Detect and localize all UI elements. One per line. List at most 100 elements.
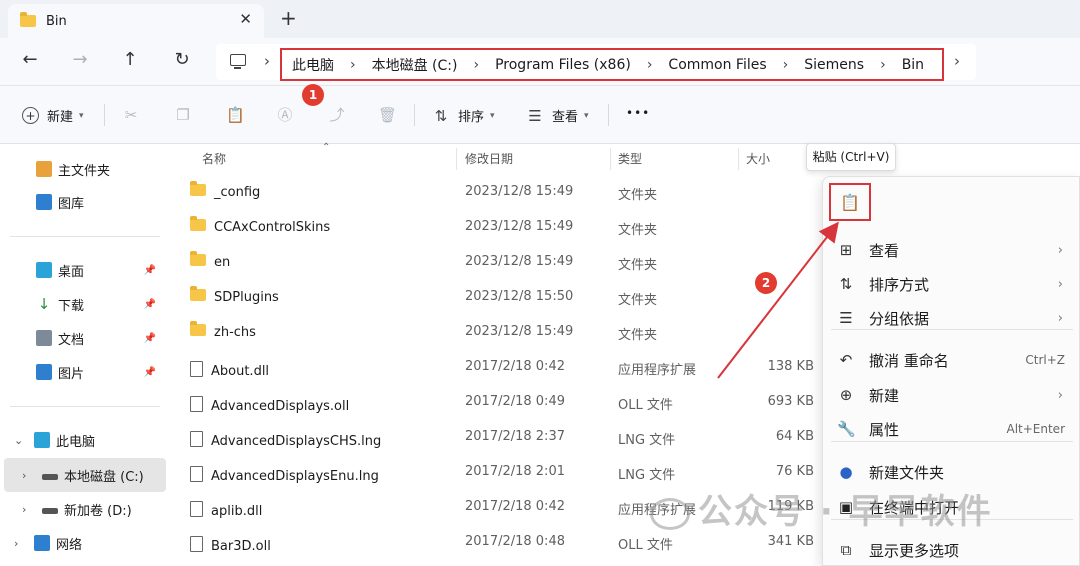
table-row[interactable]: zh-chs 2023/12/8 15:49 文件夹 — [184, 316, 824, 351]
sidebar-item-documents[interactable]: 文档 📌 — [36, 325, 166, 351]
table-row[interactable]: About.dll 2017/2/18 0:42 应用程序扩展 138 KB — [184, 351, 824, 386]
file-name: AdvancedDisplays.oll — [211, 399, 350, 414]
toolbar-divider — [104, 104, 105, 126]
menu-item-label: 新建文件夹 — [869, 463, 945, 482]
breadcrumb-bin[interactable]: Bin — [902, 57, 924, 73]
table-row[interactable]: _config 2023/12/8 15:49 文件夹 — [184, 176, 824, 211]
chevron-right-icon: › — [1057, 276, 1063, 292]
toolbar-divider — [414, 104, 415, 126]
table-row[interactable]: AdvancedDisplays.oll 2017/2/18 0:49 OLL 文件… — [184, 386, 824, 421]
pin-icon[interactable]: 📌 — [144, 265, 156, 276]
sidebar-item-home[interactable]: 主文件夹 — [36, 156, 110, 182]
menu-item-more-options[interactable]: ⧉ 显示更多选项 — [837, 535, 1067, 565]
breadcrumb-separator-icon[interactable]: › — [350, 57, 356, 73]
sidebar-item-gallery[interactable]: 图库 — [36, 189, 84, 215]
menu-item-new[interactable]: ⊕ 新建 › — [837, 380, 1067, 410]
rename-icon[interactable]: Ⓐ — [276, 106, 294, 124]
view-button[interactable]: ☰ 查看 ▾ — [526, 106, 588, 126]
file-icon — [190, 536, 203, 552]
sidebar-item-pictures[interactable]: 图片 📌 — [36, 359, 166, 385]
column-header-type[interactable]: 类型 — [618, 150, 642, 167]
column-header-modified[interactable]: 修改日期 — [465, 150, 513, 167]
pin-icon[interactable]: 📌 — [144, 299, 156, 310]
cut-icon[interactable]: ✂ — [122, 106, 140, 124]
sort-button-label: 排序 — [458, 110, 485, 125]
table-row[interactable]: CCAxControlSkins 2023/12/8 15:49 文件夹 — [184, 211, 824, 246]
table-row[interactable]: en 2023/12/8 15:49 文件夹 — [184, 246, 824, 281]
file-type: 文件夹 — [618, 258, 658, 273]
column-divider[interactable] — [738, 148, 739, 170]
breadcrumb-siemens[interactable]: Siemens — [804, 57, 864, 73]
pin-icon[interactable]: 📌 — [144, 367, 156, 378]
pin-icon[interactable]: 📌 — [144, 333, 156, 344]
view-button-label: 查看 — [552, 110, 579, 125]
column-header-size[interactable]: 大小 — [746, 150, 770, 167]
download-icon: ↓ — [36, 295, 52, 313]
sidebar-item-local-disk-c[interactable]: › 本地磁盘 (C:) — [22, 462, 144, 488]
column-divider[interactable] — [456, 148, 457, 170]
chevron-right-icon[interactable]: › — [22, 469, 34, 482]
back-button[interactable]: ← — [18, 48, 42, 72]
breadcrumb-local-disk[interactable]: 本地磁盘 (C:) — [372, 55, 458, 75]
chevron-right-icon[interactable]: › — [14, 537, 26, 550]
up-button[interactable]: ↑ — [118, 48, 142, 72]
breadcrumb-expand-icon[interactable]: › — [954, 52, 960, 70]
address-bar[interactable]: › 此电脑 › 本地磁盘 (C:) › Program Files (x86) … — [216, 44, 976, 81]
sidebar-item-downloads[interactable]: ↓ 下载 📌 — [36, 291, 166, 317]
sort-button[interactable]: ⇅ 排序 ▾ — [432, 106, 495, 126]
share-icon[interactable]: ⤴ — [328, 106, 346, 124]
file-date: 2017/2/18 2:01 — [465, 464, 565, 479]
more-options-button[interactable]: ••• — [626, 106, 650, 120]
column-divider[interactable] — [610, 148, 611, 170]
sidebar-item-network[interactable]: › 网络 — [14, 530, 82, 556]
menu-item-grid[interactable]: ⊞ 查看 › — [837, 235, 1067, 265]
paste-menu-button[interactable]: 📋 — [829, 183, 871, 221]
breadcrumb-program-files[interactable]: Program Files (x86) — [495, 57, 631, 73]
chevron-right-icon: › — [1057, 310, 1063, 326]
close-tab-icon[interactable]: ✕ — [239, 10, 252, 28]
drive-icon — [42, 508, 58, 514]
menu-item-undo[interactable]: ↶ 撤消 重命名 Ctrl+Z — [837, 345, 1067, 375]
menu-item-new-folder[interactable]: ● 新建文件夹 — [837, 457, 1067, 487]
tab-bin[interactable]: Bin ✕ — [8, 4, 264, 38]
menu-item-wrench[interactable]: 🔧 属性 Alt+Enter — [837, 414, 1067, 444]
delete-icon[interactable]: 🗑 — [378, 106, 397, 124]
breadcrumb-common-files[interactable]: Common Files — [668, 57, 766, 73]
table-row[interactable]: SDPlugins 2023/12/8 15:50 文件夹 — [184, 281, 824, 316]
new-button[interactable]: + 新建 ▾ — [22, 106, 84, 125]
sidebar-item-new-volume-d[interactable]: › 新加卷 (D:) — [22, 496, 132, 522]
column-header-name[interactable]: 名称 — [202, 150, 226, 167]
menu-item-sort[interactable]: ⇅ 排序方式 › — [837, 269, 1067, 299]
sidebar-item-label: 桌面 — [58, 264, 85, 280]
file-name-cell: aplib.dll — [190, 499, 262, 519]
paste-icon: 📋 — [840, 192, 860, 212]
menu-item-label: 新建 — [869, 386, 900, 405]
sidebar-item-this-pc[interactable]: ⌄ 此电脑 — [14, 427, 95, 453]
breadcrumb-this-pc[interactable]: 此电脑 — [292, 55, 334, 75]
menu-item-group[interactable]: ☰ 分组依据 › — [837, 303, 1067, 333]
chevron-down-icon[interactable]: ⌄ — [14, 434, 26, 447]
refresh-button[interactable]: ↻ — [170, 48, 194, 72]
paste-icon[interactable]: 📋 — [226, 106, 245, 124]
new-tab-button[interactable]: + — [280, 6, 297, 30]
file-date: 2023/12/8 15:49 — [465, 184, 574, 199]
breadcrumb-separator-icon[interactable]: › — [647, 57, 653, 73]
file-size: 64 KB — [775, 429, 814, 444]
file-name: _config — [214, 185, 261, 200]
breadcrumb-separator-icon[interactable]: › — [880, 57, 886, 73]
file-name: AdvancedDisplaysEnu.lng — [211, 469, 379, 484]
chevron-right-icon: › — [1057, 242, 1063, 258]
file-size: 341 KB — [767, 534, 814, 549]
copy-icon[interactable]: ❐ — [174, 106, 192, 124]
grid-icon: ⊞ — [839, 241, 853, 259]
forward-button[interactable]: → — [68, 48, 92, 72]
folder-icon — [190, 181, 206, 196]
breadcrumb-separator-icon[interactable]: › — [473, 57, 479, 73]
navigation-bar: ← → ↑ ↻ › 此电脑 › 本地磁盘 (C:) › Program File… — [0, 38, 1080, 86]
breadcrumb-separator-icon[interactable]: › — [783, 57, 789, 73]
menu-item-label: 查看 — [869, 241, 900, 260]
table-row[interactable]: AdvancedDisplaysCHS.lng 2017/2/18 2:37 LNG… — [184, 421, 824, 456]
sidebar-item-label: 图库 — [58, 196, 85, 212]
sidebar-item-desktop[interactable]: 桌面 📌 — [36, 257, 166, 283]
chevron-right-icon[interactable]: › — [22, 503, 34, 516]
